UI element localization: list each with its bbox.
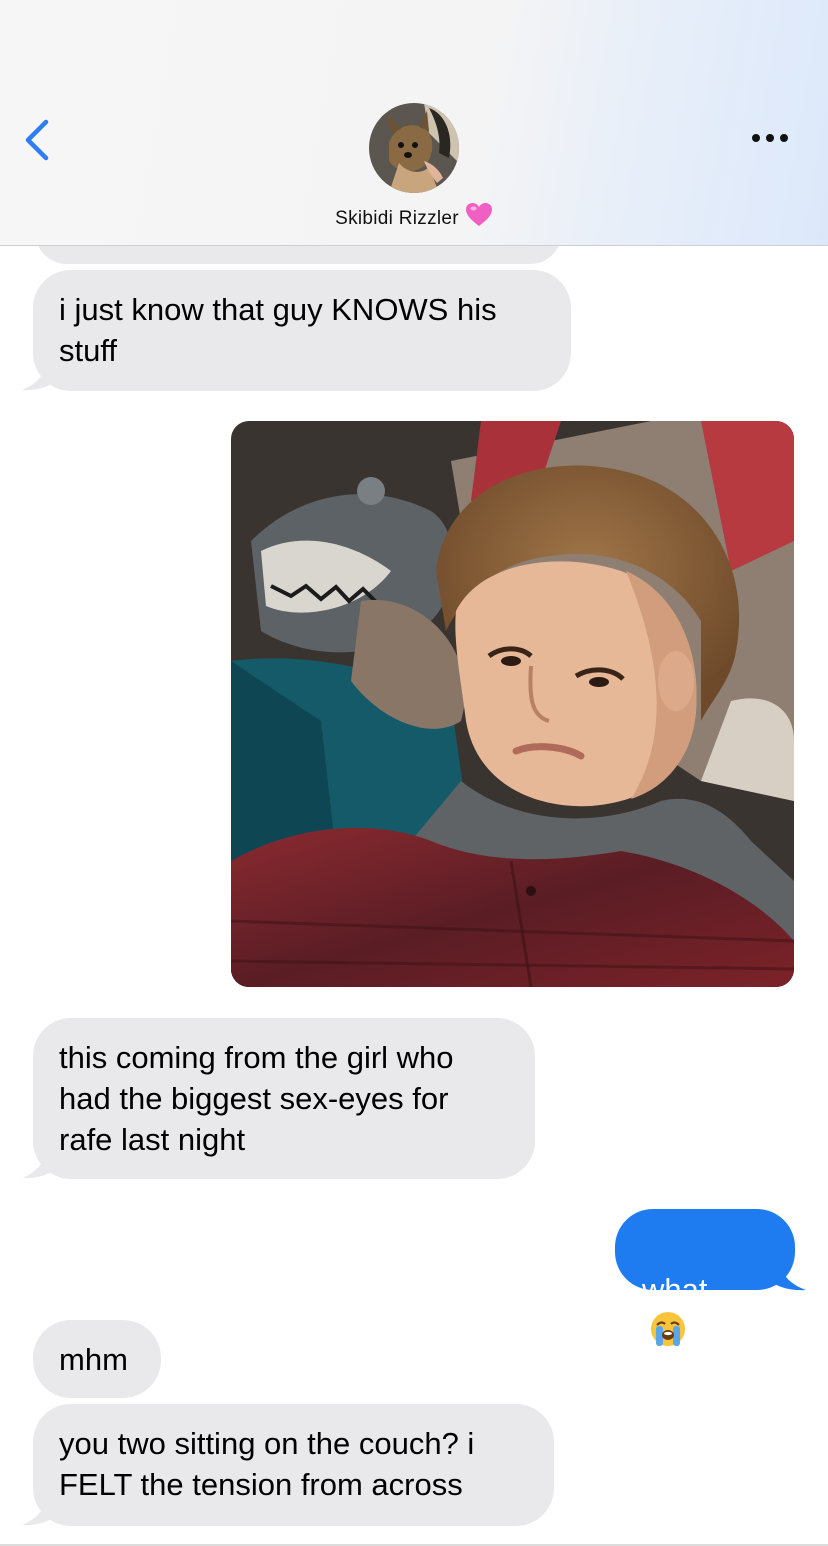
bubble-tail xyxy=(22,1138,60,1179)
contact-name: Skibidi Rizzler xyxy=(335,208,459,229)
avatar[interactable] xyxy=(369,103,459,193)
ellipsis-icon xyxy=(752,134,760,142)
message-bubble-received[interactable]: this coming from the girl who had the bi… xyxy=(33,1018,535,1179)
ellipsis-dot xyxy=(766,134,774,142)
photo-message[interactable] xyxy=(231,421,794,987)
bubble-tail xyxy=(22,1485,60,1526)
pink-heart-icon xyxy=(465,202,493,234)
message-text: what xyxy=(642,1272,708,1307)
loudly-crying-face-icon xyxy=(651,1312,685,1346)
ellipsis-dot xyxy=(780,134,788,142)
message-bubble-received[interactable]: i just know that guy KNOWS his stuff xyxy=(33,270,571,391)
message-bubble-received[interactable]: mhm xyxy=(33,1320,161,1398)
back-button[interactable] xyxy=(18,110,62,170)
more-options-button[interactable] xyxy=(748,128,792,150)
contact-name-button[interactable]: Skibidi Rizzler xyxy=(0,202,828,234)
bubble-tail xyxy=(766,1250,806,1291)
bubble-tail xyxy=(22,350,60,391)
conversation-header: Skibidi Rizzler xyxy=(0,0,828,246)
message-bubble-received[interactable]: you two sitting on the couch? i FELT the… xyxy=(33,1404,554,1526)
contact-photo-dog xyxy=(369,103,459,193)
photo-boy-on-couch xyxy=(231,421,794,987)
chevron-left-icon xyxy=(25,119,49,161)
